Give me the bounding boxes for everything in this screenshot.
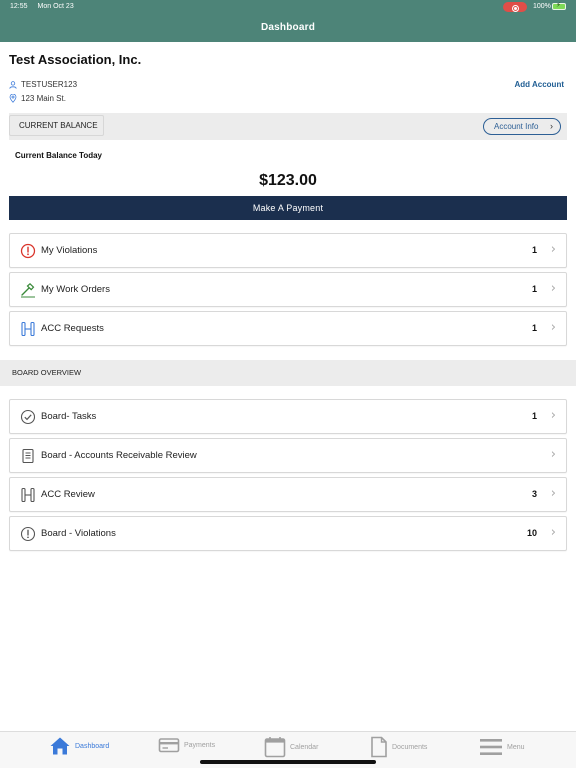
- board-overview-header: BOARD OVERVIEW: [0, 360, 576, 386]
- location-pin-icon: [9, 94, 17, 103]
- account-info-label: Account Info: [494, 122, 539, 131]
- credit-card-icon: [158, 738, 180, 753]
- row-label: ACC Requests: [41, 323, 104, 334]
- status-bar: 12:55 Mon Oct 23 100%: [0, 0, 576, 14]
- home-indicator[interactable]: [200, 760, 376, 764]
- chevron-right-icon: ›: [550, 486, 556, 501]
- address: 123 Main St.: [21, 94, 66, 103]
- status-date: Mon Oct 23: [37, 3, 74, 10]
- screen-record-icon[interactable]: [503, 2, 527, 12]
- row-label: ACC Review: [41, 489, 95, 500]
- tab-documents[interactable]: Documents: [370, 736, 427, 758]
- chevron-right-icon: ›: [550, 242, 556, 257]
- row-label: Board- Tasks: [41, 411, 97, 422]
- balance-today-label: Current Balance Today: [15, 151, 102, 160]
- check-circle-icon: [20, 409, 36, 425]
- board-tasks-row[interactable]: Board- Tasks 1 ›: [9, 399, 567, 434]
- row-label: My Violations: [41, 245, 98, 256]
- chevron-right-icon: ›: [550, 320, 556, 335]
- status-time: 12:55: [10, 3, 28, 10]
- calendar-icon: [264, 737, 286, 758]
- chevron-right-icon: ›: [550, 408, 556, 423]
- chevron-right-icon: ›: [550, 281, 556, 296]
- tab-payments[interactable]: Payments: [158, 736, 215, 754]
- my-work-orders-row[interactable]: My Work Orders 1 ›: [9, 272, 567, 307]
- current-balance-tab[interactable]: CURRENT BALANCE: [9, 115, 104, 136]
- tab-menu[interactable]: Menu: [479, 736, 525, 758]
- alert-circle-icon: [20, 526, 36, 542]
- acc-requests-row[interactable]: ACC Requests 1 ›: [9, 311, 567, 346]
- tab-label: Documents: [392, 743, 428, 751]
- chevron-right-icon: ›: [550, 525, 556, 540]
- acc-request-icon: [21, 321, 35, 337]
- ledger-icon: [22, 448, 34, 464]
- username-row: TESTUSER123: [9, 80, 77, 89]
- chevron-right-icon: ›: [550, 121, 553, 131]
- battery-percent: 100%: [533, 3, 551, 10]
- tab-label: Calendar: [290, 743, 319, 751]
- acc-review-row[interactable]: ACC Review 3 ›: [9, 477, 567, 512]
- menu-icon: [480, 739, 502, 755]
- username: TESTUSER123: [21, 80, 78, 89]
- row-count: 1: [531, 323, 537, 333]
- alert-circle-icon: [20, 243, 36, 259]
- balance-amount: $123.00: [259, 172, 317, 189]
- hammer-icon: [21, 282, 35, 298]
- account-info-button[interactable]: Account Info ›: [483, 118, 561, 135]
- acc-review-icon: [21, 487, 35, 503]
- row-count: 1: [531, 245, 537, 255]
- row-label: Board - Violations: [41, 528, 116, 539]
- row-count: 1: [531, 284, 537, 294]
- page-title: Dashboard: [260, 22, 316, 33]
- user-icon: [9, 80, 17, 89]
- address-row: 123 Main St.: [9, 94, 66, 103]
- tab-label: Menu: [507, 743, 525, 751]
- row-label: My Work Orders: [41, 284, 110, 295]
- my-violations-row[interactable]: My Violations 1 ›: [9, 233, 567, 268]
- balance-tab-strip: CURRENT BALANCE Account Info ›: [9, 113, 567, 140]
- row-count: 3: [531, 489, 537, 499]
- document-icon: [371, 736, 387, 758]
- home-icon: [50, 737, 70, 755]
- battery-icon: [552, 1, 566, 10]
- row-count: 1: [531, 411, 537, 421]
- make-payment-button[interactable]: Make A Payment: [9, 196, 567, 220]
- tab-calendar[interactable]: Calendar: [264, 736, 318, 758]
- add-account-link[interactable]: Add Account: [515, 80, 564, 89]
- row-count: 10: [526, 528, 537, 538]
- navigation-bar: Dashboard: [0, 14, 576, 42]
- board-ar-review-row[interactable]: Board - Accounts Receivable Review ›: [9, 438, 567, 473]
- tab-dashboard[interactable]: Dashboard: [49, 736, 109, 756]
- tab-label: Dashboard: [75, 742, 110, 750]
- tab-label: Payments: [184, 741, 216, 749]
- row-label: Board - Accounts Receivable Review: [41, 450, 197, 461]
- board-violations-row[interactable]: Board - Violations 10 ›: [9, 516, 567, 551]
- association-name: Test Association, Inc.: [9, 52, 142, 67]
- chevron-right-icon: ›: [550, 447, 556, 462]
